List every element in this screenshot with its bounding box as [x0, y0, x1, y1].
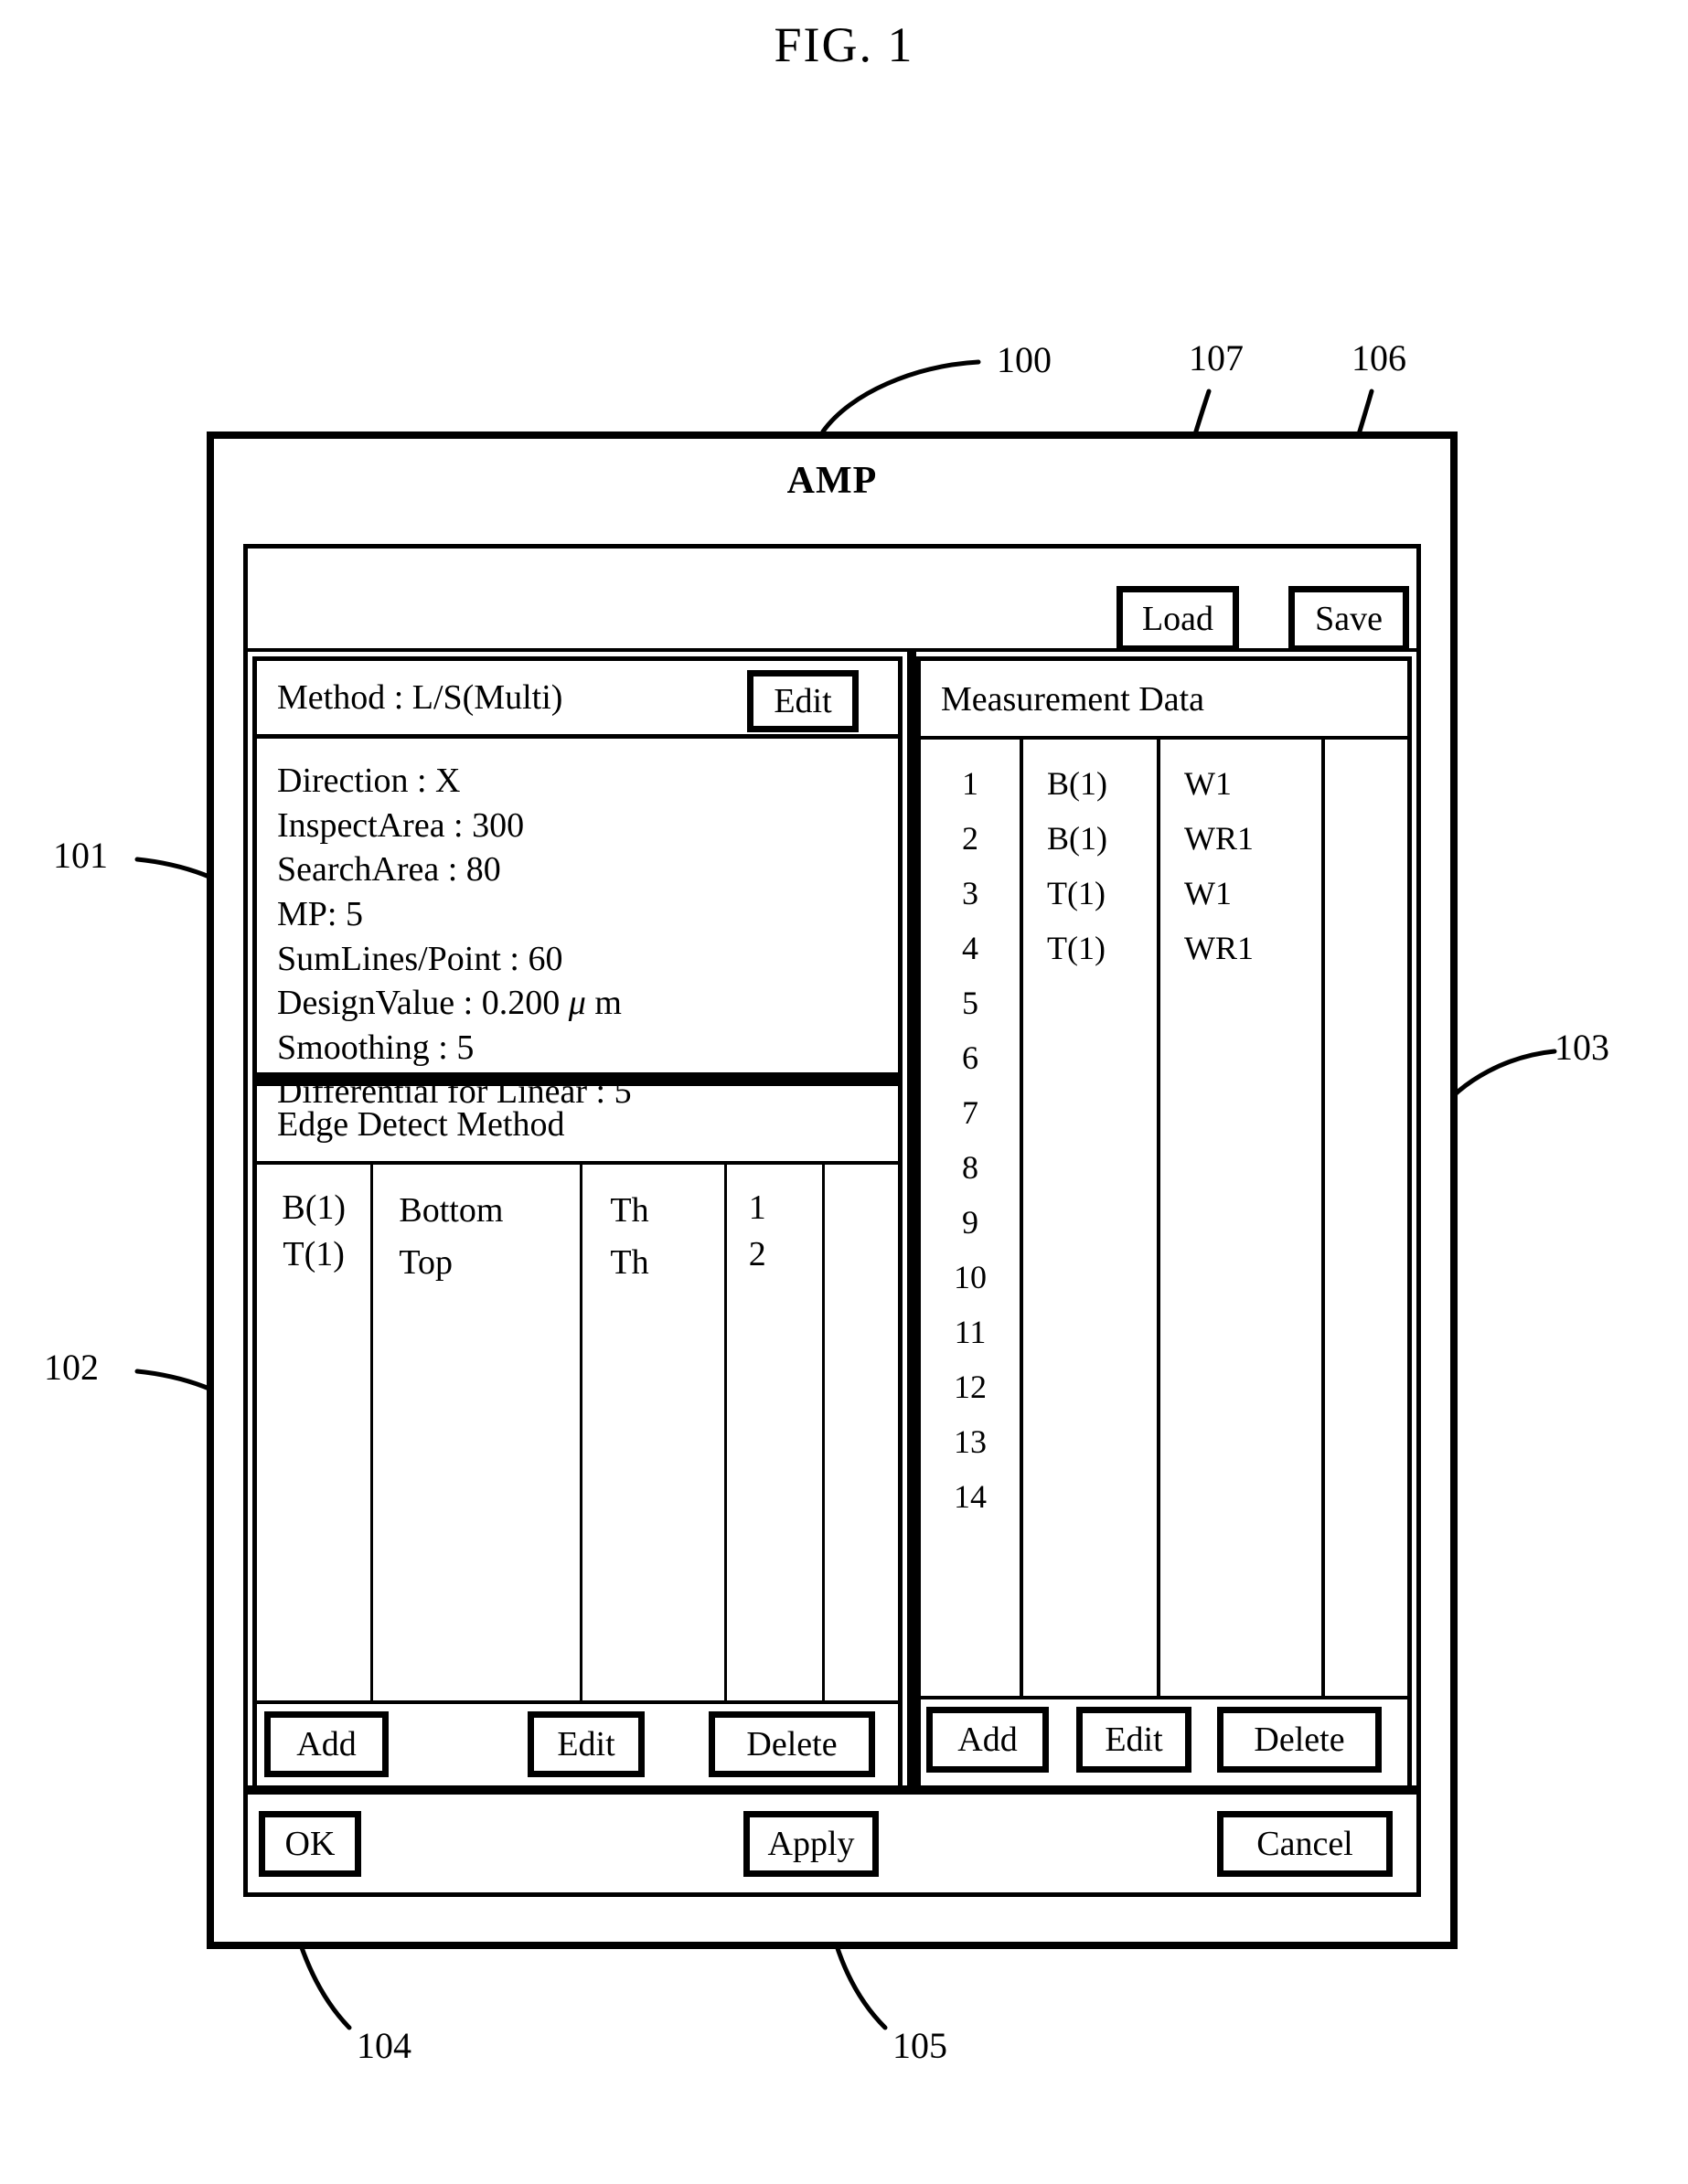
measurement-button-bar: Add Edit Delete [921, 1696, 1407, 1785]
method-edit-button[interactable]: Edit [747, 670, 859, 732]
measurement-row-number[interactable]: 1 [921, 756, 1020, 811]
parameter-search-area: SearchArea : 80 [277, 850, 501, 890]
measurement-row-number[interactable]: 12 [921, 1359, 1020, 1414]
measurement-row-number[interactable]: 3 [921, 866, 1020, 921]
ref-numeral-measurement-panel: 103 [1554, 1027, 1609, 1068]
toolbar: Load Save [248, 549, 1416, 652]
left-column: Method : L/S(Multi) Edit Direction : X I… [248, 652, 916, 1795]
measurement-data-table[interactable]: 1 2 3 4 5 6 7 8 9 10 11 12 13 14 B(1) B(… [921, 740, 1407, 1696]
measurement-row-number[interactable]: 14 [921, 1469, 1020, 1524]
measurement-data-header: Measurement Data [921, 661, 1407, 740]
edge-detect-edit-button[interactable]: Edit [528, 1711, 645, 1777]
measurement-data-panel: Measurement Data 1 2 3 4 5 6 7 8 9 10 11… [916, 656, 1412, 1790]
measurement-delete-button[interactable]: Delete [1217, 1707, 1382, 1773]
edge-detect-button-bar: Add Edit Delete [257, 1700, 898, 1790]
measurement-edit-button[interactable]: Edit [1076, 1707, 1191, 1773]
panels-container: Method : L/S(Multi) Edit Direction : X I… [248, 652, 1416, 1795]
measurement-add-button[interactable]: Add [926, 1707, 1049, 1773]
edge-detect-add-button[interactable]: Add [264, 1711, 389, 1777]
measurement-row-number-list: 1 2 3 4 5 6 7 8 9 10 11 12 13 14 [921, 740, 1020, 1524]
cancel-button[interactable]: Cancel [1217, 1811, 1393, 1877]
measurement-column-row-number: 1 2 3 4 5 6 7 8 9 10 11 12 13 14 [921, 740, 1023, 1696]
edge-detect-cell-id-1[interactable]: B(1) [257, 1185, 370, 1231]
parameter-design-value: DesignValue : 0.200 μ m [277, 981, 898, 1026]
method-parameters-list: Direction : X InspectArea : 300 SearchAr… [252, 739, 903, 1111]
ref-numeral-edge-detect-panel: 102 [44, 1347, 99, 1388]
measurement-row-number[interactable]: 4 [921, 921, 1020, 975]
ref-numeral-apply-button: 105 [892, 2025, 947, 2066]
save-button[interactable]: Save [1288, 586, 1409, 652]
load-button[interactable]: Load [1116, 586, 1239, 652]
measurement-row-number[interactable]: 6 [921, 1030, 1020, 1085]
ok-button[interactable]: OK [259, 1811, 361, 1877]
measurement-edge-cell[interactable]: T(1) [1047, 866, 1157, 921]
method-label: Method : L/S(Multi) [277, 678, 563, 717]
edge-detect-column-position: Bottom Top [373, 1165, 583, 1700]
measurement-metric-cell[interactable]: W1 [1184, 756, 1321, 811]
edge-detect-cell-threshold-2[interactable]: Th [610, 1237, 723, 1289]
measurement-edge-cell[interactable]: T(1) [1047, 921, 1157, 975]
edge-detect-cell-threshold-1[interactable]: Th [610, 1185, 723, 1237]
measurement-column-edge: B(1) B(1) T(1) T(1) [1023, 740, 1160, 1696]
edge-detect-cell-position-1[interactable]: Bottom [399, 1185, 580, 1237]
measurement-edge-list: B(1) B(1) T(1) T(1) [1047, 740, 1157, 975]
method-panel-header: Method : L/S(Multi) Edit [252, 656, 903, 739]
measurement-row-number[interactable]: 2 [921, 811, 1020, 866]
edge-detect-cell-position-2[interactable]: Top [399, 1237, 580, 1289]
design-value-prefix: DesignValue : 0.200 [277, 984, 569, 1023]
measurement-column-metric: W1 WR1 W1 WR1 [1160, 740, 1325, 1696]
amp-dialog-window: AMP Load Save Method : L/S(Multi) Edit D… [207, 431, 1458, 1949]
measurement-row-number[interactable]: 8 [921, 1140, 1020, 1195]
edge-detect-cell-index-1[interactable]: 1 [749, 1185, 823, 1231]
parameter-sumlines-per-point: SumLines/Point : 60 [277, 939, 563, 978]
ref-numeral-load-button: 107 [1189, 337, 1244, 378]
design-value-suffix: m [585, 984, 622, 1023]
measurement-row-number[interactable]: 11 [921, 1305, 1020, 1359]
edge-detect-column-index: 1 2 [727, 1165, 826, 1700]
micro-symbol: μ [568, 984, 586, 1023]
dialog-action-bar: OK Apply Cancel [248, 1785, 1416, 1892]
edge-detect-cell-index-2[interactable]: 2 [749, 1231, 823, 1278]
measurement-metric-cell[interactable]: WR1 [1184, 921, 1321, 975]
figure-title: FIG. 1 [774, 17, 914, 72]
window-title: AMP [786, 460, 878, 502]
ref-numeral-ok-button: 104 [357, 2025, 411, 2066]
edge-detect-panel: Edge Detect Method B(1) T(1) Bottom Top … [252, 1077, 903, 1795]
edge-detect-column-threshold: Th Th [582, 1165, 727, 1700]
edge-detect-cell-id-2[interactable]: T(1) [257, 1231, 370, 1278]
parameter-direction: Direction : X [277, 762, 461, 800]
ref-numeral-save-button: 106 [1351, 337, 1406, 378]
dialog-client-area: Load Save Method : L/S(Multi) Edit Direc… [243, 544, 1421, 1897]
parameter-mp: MP: 5 [277, 894, 363, 933]
apply-button[interactable]: Apply [743, 1811, 879, 1877]
measurement-row-number[interactable]: 10 [921, 1250, 1020, 1305]
measurement-column-spare [1325, 740, 1380, 1696]
measurement-metric-list: W1 WR1 W1 WR1 [1184, 740, 1321, 975]
parameter-smoothing: Smoothing : 5 [277, 1028, 475, 1067]
edge-detect-table[interactable]: B(1) T(1) Bottom Top Th Th 1 2 [257, 1165, 898, 1700]
measurement-row-number[interactable]: 13 [921, 1414, 1020, 1469]
edge-detect-column-id: B(1) T(1) [257, 1165, 374, 1700]
measurement-edge-cell[interactable]: B(1) [1047, 811, 1157, 866]
measurement-row-number[interactable]: 7 [921, 1085, 1020, 1140]
edge-detect-header: Edge Detect Method [257, 1086, 898, 1165]
parameter-inspect-area: InspectArea : 300 [277, 805, 525, 845]
measurement-edge-cell[interactable]: B(1) [1047, 756, 1157, 811]
ref-numeral-method-panel: 101 [53, 835, 108, 876]
measurement-metric-cell[interactable]: W1 [1184, 866, 1321, 921]
measurement-row-number[interactable]: 5 [921, 975, 1020, 1030]
edge-detect-column-spare [825, 1165, 898, 1700]
measurement-row-number[interactable]: 9 [921, 1195, 1020, 1250]
measurement-metric-cell[interactable]: WR1 [1184, 811, 1321, 866]
ref-numeral-dialog: 100 [997, 339, 1052, 380]
edge-detect-delete-button[interactable]: Delete [709, 1711, 875, 1777]
